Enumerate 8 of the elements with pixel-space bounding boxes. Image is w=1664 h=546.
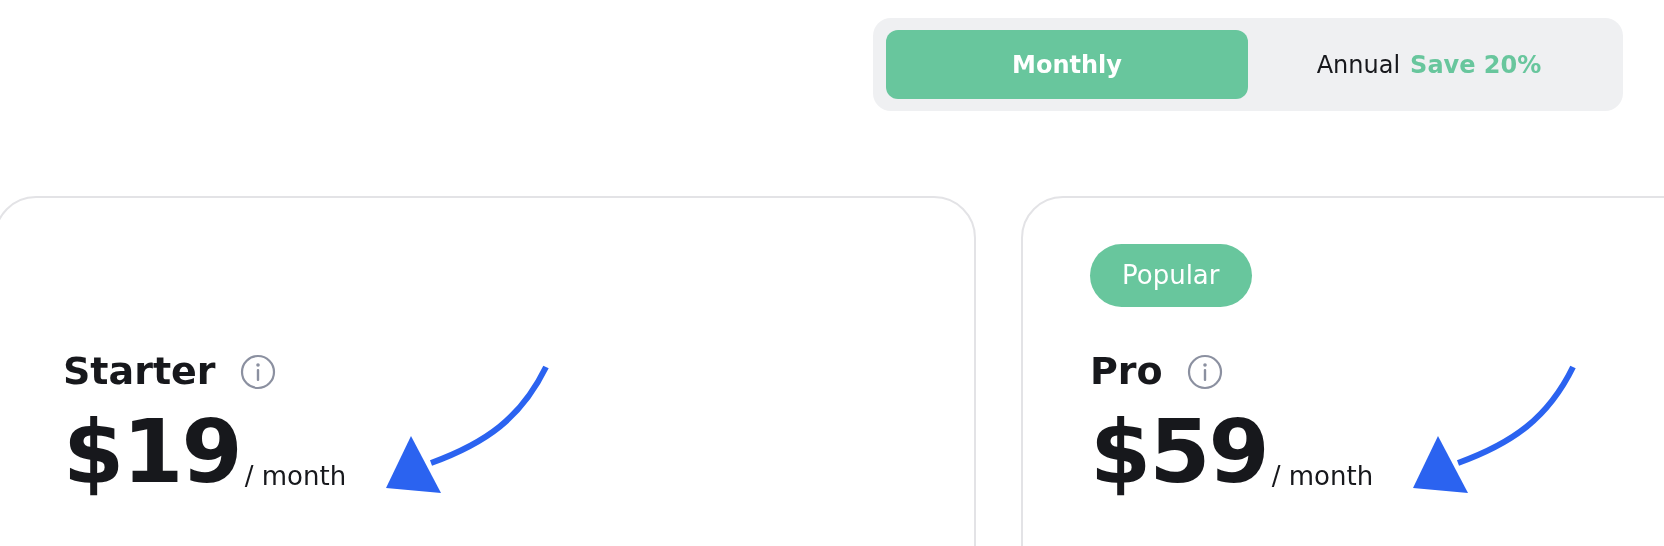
plan-name: Pro	[1090, 348, 1163, 395]
billing-option[interactable]: Annual Save 20%	[1248, 30, 1610, 99]
plan-name: Starter	[63, 348, 216, 395]
billing-period: / month	[1271, 460, 1374, 493]
popular-badge: Popular	[1090, 244, 1252, 307]
price-amount: $19	[63, 408, 241, 496]
price-amount: $59	[1090, 408, 1268, 496]
billing-period: / month	[244, 460, 347, 493]
